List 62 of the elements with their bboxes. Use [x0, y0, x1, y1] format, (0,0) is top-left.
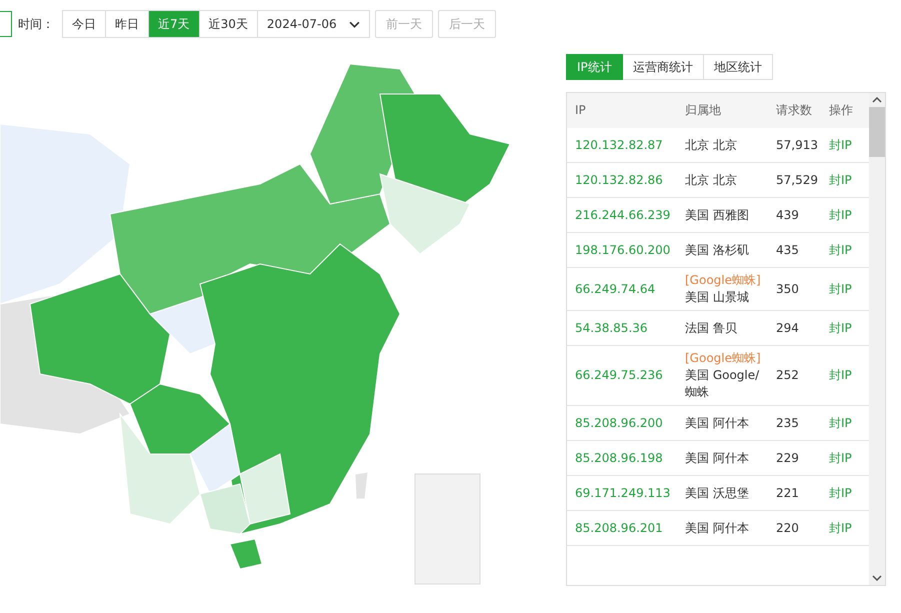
count-cell-text: 229 — [775, 450, 800, 466]
location-text: 北京 北京 — [685, 172, 738, 188]
ip-cell-text: 69.171.249.113 — [574, 484, 672, 502]
time-label: 时间： — [18, 16, 54, 32]
date-value: 2024-07-06 — [266, 17, 337, 31]
count-cell-text: 57,913 — [775, 136, 819, 154]
stats-tab[interactable]: 运营商统计 — [622, 54, 704, 80]
scroll-up-icon[interactable] — [872, 97, 882, 103]
range-tab[interactable]: 近7天 — [149, 11, 200, 37]
ip-cell-text: 85.208.96.200 — [574, 414, 664, 432]
spider-tag: [Google蜘蛛] — [685, 350, 768, 367]
ip-cell-text: 216.244.66.239 — [574, 206, 672, 224]
location-text: 美国 阿什本 — [685, 450, 750, 466]
location-text: 美国 西雅图 — [685, 206, 750, 224]
ip-cell-text: 120.132.82.86 — [574, 172, 664, 188]
block-ip-link[interactable]: 封IP — [829, 172, 852, 186]
partial-button[interactable] — [0, 11, 12, 37]
location-text: 美国 Google/蜘蛛 — [685, 367, 760, 401]
scrollbar[interactable] — [869, 93, 885, 585]
block-ip-link[interactable]: 封IP — [829, 208, 852, 222]
ip-cell-text: 66.249.75.236 — [574, 367, 664, 384]
ip-cell-text: 54.38.85.36 — [574, 320, 649, 336]
location-text: 美国 洛杉矶 — [685, 242, 750, 258]
block-ip-link[interactable]: 封IP — [829, 320, 852, 334]
block-ip-link[interactable]: 封IP — [829, 416, 852, 430]
spider-tag: [Google蜘蛛] — [685, 272, 768, 289]
block-ip-link[interactable]: 封IP — [829, 486, 852, 500]
stats-tab[interactable]: 地区统计 — [704, 54, 773, 80]
count-cell-text: 220 — [775, 520, 800, 536]
scrollbar-thumb[interactable] — [869, 107, 885, 157]
location-text: 美国 山景城 — [685, 289, 750, 306]
column-header: 请求数 — [775, 102, 813, 119]
count-cell-text: 221 — [775, 484, 800, 502]
count-cell-text: 439 — [775, 206, 800, 224]
ip-cell-text: 85.208.96.201 — [574, 520, 664, 536]
block-ip-link[interactable]: 封IP — [829, 242, 852, 256]
count-cell-text: 435 — [775, 242, 800, 258]
block-ip-link[interactable]: 封IP — [829, 282, 852, 296]
count-cell-text: 235 — [775, 414, 800, 432]
block-ip-link[interactable]: 封IP — [829, 138, 852, 152]
count-cell-text: 350 — [775, 280, 800, 298]
ip-cell-text: 66.249.74.64 — [574, 280, 656, 298]
stats-tab[interactable]: IP统计 — [566, 54, 623, 80]
location-text: 美国 阿什本 — [685, 414, 750, 432]
column-header: IP — [574, 102, 587, 119]
ip-cell-text: 120.132.82.87 — [574, 136, 664, 154]
column-header: 归属地 — [684, 102, 722, 119]
ip-cell-text: 85.208.96.198 — [574, 450, 664, 466]
location-text: 美国 沃思堡 — [685, 484, 750, 502]
caret-icon — [348, 20, 360, 28]
count-cell-text: 294 — [775, 320, 800, 336]
count-cell-text: 57,529 — [775, 172, 819, 188]
ip-cell-text: 198.176.60.200 — [574, 242, 672, 258]
location-text: 法国 鲁贝 — [685, 320, 738, 336]
column-header: 操作 — [828, 102, 854, 119]
location-text: 美国 阿什本 — [685, 520, 750, 536]
block-ip-link[interactable]: 封IP — [829, 450, 852, 464]
count-cell-text: 252 — [775, 367, 800, 384]
scroll-down-icon[interactable] — [872, 575, 882, 581]
location-text: 北京 北京 — [685, 136, 738, 154]
block-ip-link[interactable]: 封IP — [829, 368, 852, 382]
block-ip-link[interactable]: 封IP — [829, 520, 852, 534]
